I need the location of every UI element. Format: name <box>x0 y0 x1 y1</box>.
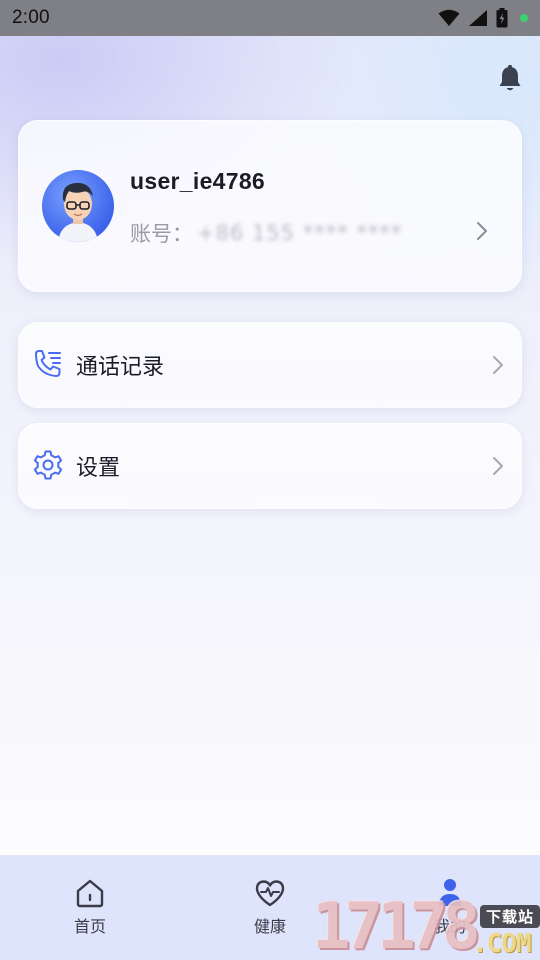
watermark-com: .COM <box>472 929 532 959</box>
status-time: 2:00 <box>12 7 50 28</box>
chevron-right-icon <box>493 356 503 374</box>
watermark-tag: 下载站 <box>480 905 540 928</box>
username: user_ie4786 <box>130 168 266 194</box>
gear-icon <box>33 450 63 480</box>
menu-label-settings: 设置 <box>76 456 121 481</box>
bell-button[interactable] <box>496 64 524 94</box>
wifi-icon <box>438 9 460 26</box>
bell-icon <box>499 65 521 91</box>
menu-label-call-log: 通话记录 <box>76 355 165 380</box>
nav-item-health[interactable]: 健康 <box>225 877 315 941</box>
account-value: +86 155 **** **** <box>197 221 403 245</box>
nav-item-home[interactable]: 首页 <box>45 877 135 941</box>
nav-label-home: 首页 <box>73 917 106 936</box>
chevron-right-icon <box>477 222 487 240</box>
menu-item-call-log[interactable]: 通话记录 <box>18 322 522 408</box>
battery-charging-icon <box>496 8 508 28</box>
avatar[interactable] <box>42 170 114 242</box>
status-bar: 2:00 <box>0 0 540 36</box>
status-icons <box>438 8 528 28</box>
nav-label-health: 健康 <box>253 917 286 936</box>
watermark-digits: 17178 <box>312 890 481 960</box>
chevron-right-icon <box>493 457 503 475</box>
account-row: 账号： +86 155 **** **** <box>130 218 402 248</box>
account-label: 账号： <box>130 222 193 246</box>
menu-item-settings[interactable]: 设置 <box>18 423 522 509</box>
profile-card[interactable]: user_ie4786 账号： +86 155 **** **** <box>18 120 522 292</box>
home-icon <box>76 879 104 908</box>
signal-icon <box>469 10 487 26</box>
watermark-logo: 17178 下载站 .COM <box>312 895 540 960</box>
phone-log-icon <box>35 350 61 377</box>
heart-pulse-icon <box>255 880 285 907</box>
notification-dot-icon <box>520 14 528 22</box>
